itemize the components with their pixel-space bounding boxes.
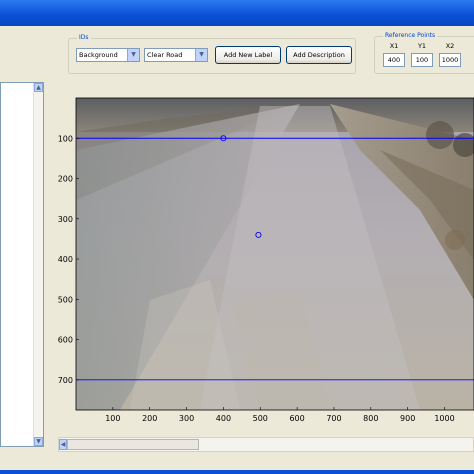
- x-tick-label: 600: [289, 414, 304, 423]
- y-tick-label: 200: [58, 175, 73, 184]
- y-tick-label: 300: [58, 215, 73, 224]
- scroll-left-icon[interactable]: ◀: [59, 439, 67, 450]
- y-tick-label: 600: [58, 336, 73, 345]
- y-tick-label: 500: [58, 295, 73, 304]
- hscroll-thumb[interactable]: [67, 439, 199, 450]
- y-tick-label: 100: [58, 134, 73, 143]
- x-tick-label: 200: [142, 414, 157, 423]
- x-tick-label: 700: [326, 414, 341, 423]
- x-tick-label: 100: [105, 414, 120, 423]
- x-tick-label: 500: [253, 414, 268, 423]
- y-tick-label: 700: [58, 376, 73, 385]
- x-tick-label: 400: [216, 414, 231, 423]
- x-tick-label: 300: [179, 414, 194, 423]
- image-hscrollbar[interactable]: ◀: [58, 437, 474, 452]
- x-tick-label: 1000: [434, 414, 454, 423]
- window-bottom-edge: [0, 470, 474, 474]
- road-photo: [76, 98, 474, 410]
- x-tick-label: 900: [400, 414, 415, 423]
- image-view[interactable]: 100 200 300 400 500 600 700 800 900 1000 100 200 30…: [0, 0, 474, 474]
- x-tick-label: 800: [363, 414, 378, 423]
- y-tick-label: 400: [58, 255, 73, 264]
